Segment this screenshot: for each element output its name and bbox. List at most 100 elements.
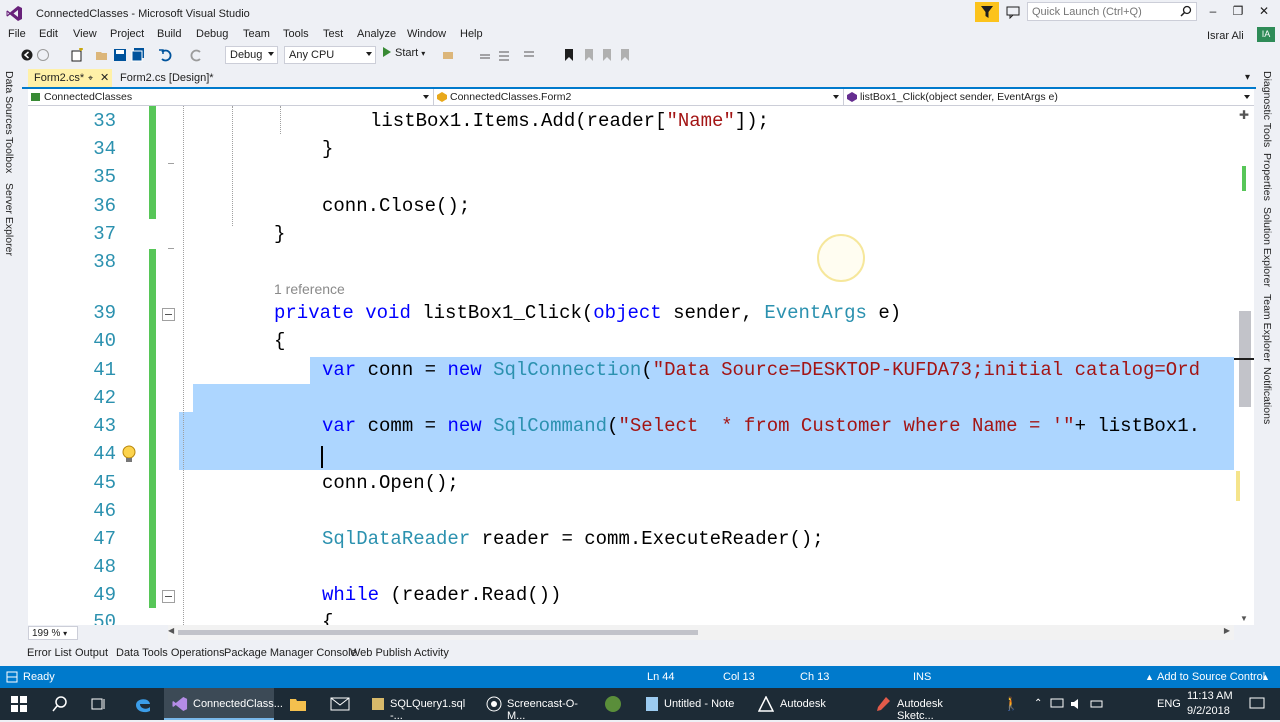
tab-data-tools-operations[interactable]: Data Tools Operations (116, 647, 225, 659)
search-icon[interactable] (1180, 5, 1192, 17)
taskbar-app-autodesk[interactable]: Autodesk (752, 688, 862, 720)
edge-browser-icon[interactable] (134, 695, 152, 713)
menu-tools[interactable]: Tools (283, 28, 309, 40)
notifications-icon[interactable] (1249, 697, 1265, 711)
show-hidden-icons[interactable]: ⌃ (1034, 698, 1042, 709)
feedback-icon[interactable] (1006, 5, 1020, 19)
zoom-select[interactable]: 199 % ▾ (28, 626, 78, 640)
taskbar-app-sketchbook[interactable]: Autodesk Sketc... (870, 688, 982, 722)
tab-error-list[interactable]: Error List (27, 647, 72, 659)
menu-project[interactable]: Project (110, 28, 144, 40)
tab-package-manager-console[interactable]: Package Manager Console (224, 647, 357, 659)
search-icon[interactable] (52, 696, 68, 712)
menu-build[interactable]: Build (157, 28, 181, 40)
member-dropdown[interactable]: listBox1_Click(object sender, EventArgs … (844, 89, 1254, 105)
comment-icon[interactable] (522, 48, 536, 62)
tab-overflow-icon[interactable]: ▾ (1245, 72, 1250, 83)
lightbulb-icon[interactable] (120, 444, 138, 466)
solution-explorer-tab[interactable]: Solution Explorer (1261, 207, 1273, 287)
horizontal-scrollbar[interactable]: ◀ ▶ (168, 625, 1234, 640)
step-over-icon[interactable] (497, 48, 511, 62)
menu-debug[interactable]: Debug (196, 28, 228, 40)
collapse-toggle[interactable] (162, 308, 175, 321)
clear-bookmarks-icon[interactable] (618, 48, 632, 62)
network-icon[interactable] (1050, 698, 1064, 710)
scroll-right-icon[interactable]: ▶ (1224, 626, 1230, 635)
menu-help[interactable]: Help (460, 28, 483, 40)
menu-window[interactable]: Window (407, 28, 446, 40)
team-explorer-tab[interactable]: Team Explorer (1261, 294, 1273, 362)
notifications-tab[interactable]: Notifications (1261, 367, 1273, 424)
save-all-icon[interactable] (131, 48, 145, 62)
split-icon[interactable]: ✚ (1239, 108, 1249, 122)
toolbox-tab[interactable]: Toolbox (3, 137, 15, 173)
task-view-icon[interactable] (91, 696, 107, 712)
properties-tab[interactable]: Properties (1261, 153, 1273, 201)
taskbar-app-label: Screencast-O-M... (507, 698, 578, 722)
pin-icon[interactable]: ⌖ (88, 73, 93, 84)
menu-team[interactable]: Team (243, 28, 270, 40)
diagnostic-tools-tab[interactable]: Diagnostic Tools (1261, 71, 1273, 147)
taskbar-app-screencast[interactable]: Screencast-O-M... (480, 688, 590, 722)
scroll-thumb[interactable] (178, 630, 698, 635)
close-icon[interactable]: ✕ (1254, 4, 1274, 20)
start-button[interactable]: Start ▾ (383, 47, 425, 63)
data-sources-tab[interactable]: Data Sources (3, 71, 15, 135)
scroll-down-icon[interactable]: ▼ (1240, 614, 1248, 623)
menu-analyze[interactable]: Analyze (357, 28, 396, 40)
scroll-left-icon[interactable]: ◀ (168, 626, 174, 635)
avatar[interactable]: IA (1257, 27, 1275, 42)
save-icon[interactable] (113, 48, 127, 62)
menu-test[interactable]: Test (323, 28, 343, 40)
people-icon[interactable]: 🚶 (1003, 696, 1019, 712)
tab-form2-cs[interactable]: Form2.cs* ⌖ ✕ (28, 69, 112, 87)
tab-output[interactable]: Output (75, 647, 108, 659)
code-editor[interactable]: 33 34 35 36 37 38 39 40 41 42 43 44 45 4… (28, 106, 1234, 625)
filter-icon[interactable] (975, 2, 999, 22)
back-icon[interactable] (20, 48, 34, 62)
maximize-icon[interactable]: ❐ (1228, 4, 1248, 20)
clock-time[interactable]: 11:13 AM (1187, 690, 1233, 702)
collapse-toggle[interactable] (162, 590, 175, 603)
next-bookmark-icon[interactable] (600, 48, 614, 62)
taskbar-app-notepad[interactable]: Untitled - Note (638, 688, 746, 720)
close-icon[interactable]: ✕ (100, 71, 109, 84)
server-explorer-tab[interactable]: Server Explorer (3, 183, 15, 256)
windows-start-icon[interactable] (11, 696, 27, 712)
tab-form2-design[interactable]: Form2.cs [Design]* (114, 69, 226, 87)
volume-icon[interactable] (1070, 698, 1084, 710)
chevron-down-icon[interactable]: ▾ (421, 49, 425, 58)
tab-web-publish-activity[interactable]: Web Publish Activity (350, 647, 449, 659)
mail-icon[interactable] (330, 696, 350, 712)
redo-icon[interactable] (190, 48, 204, 62)
quick-launch-input[interactable] (1028, 3, 1176, 20)
undo-icon[interactable] (158, 48, 172, 62)
bookmark-icon[interactable] (562, 48, 576, 62)
vertical-scrollbar[interactable]: ✚ ▼ (1234, 106, 1254, 625)
file-explorer-icon[interactable] (289, 696, 307, 712)
minimize-icon[interactable]: – (1203, 4, 1223, 20)
class-dropdown[interactable]: ConnectedClasses.Form2 (434, 89, 844, 105)
browser-link-icon[interactable] (441, 48, 455, 62)
new-project-icon[interactable] (70, 48, 84, 62)
open-file-icon[interactable] (95, 48, 109, 62)
solution-platform-select[interactable]: Any CPU (284, 46, 376, 64)
menu-file[interactable]: File (8, 28, 26, 40)
step-into-icon[interactable] (478, 48, 492, 62)
quick-launch[interactable] (1027, 2, 1197, 21)
taskbar-app-sql[interactable]: SQLQuery1.sql -... (362, 688, 472, 722)
forward-icon[interactable] (36, 48, 50, 62)
user-name[interactable]: Israr Ali (1207, 30, 1244, 42)
taskbar-app-visual-studio[interactable]: ConnectedClass... (164, 688, 283, 720)
menu-view[interactable]: View (73, 28, 97, 40)
input-language[interactable]: ENG (1157, 698, 1181, 710)
add-to-source-control-button[interactable]: Add to Source Control (1157, 671, 1265, 683)
battery-icon[interactable] (1090, 698, 1104, 710)
prev-bookmark-icon[interactable] (582, 48, 596, 62)
project-dropdown[interactable]: ConnectedClasses (28, 89, 434, 105)
menu-edit[interactable]: Edit (39, 28, 58, 40)
clock-date[interactable]: 9/2/2018 (1187, 705, 1230, 717)
android-studio-icon[interactable] (604, 695, 622, 713)
code-lens-references[interactable]: 1 reference (274, 281, 345, 297)
solution-configuration-select[interactable]: Debug (225, 46, 278, 64)
